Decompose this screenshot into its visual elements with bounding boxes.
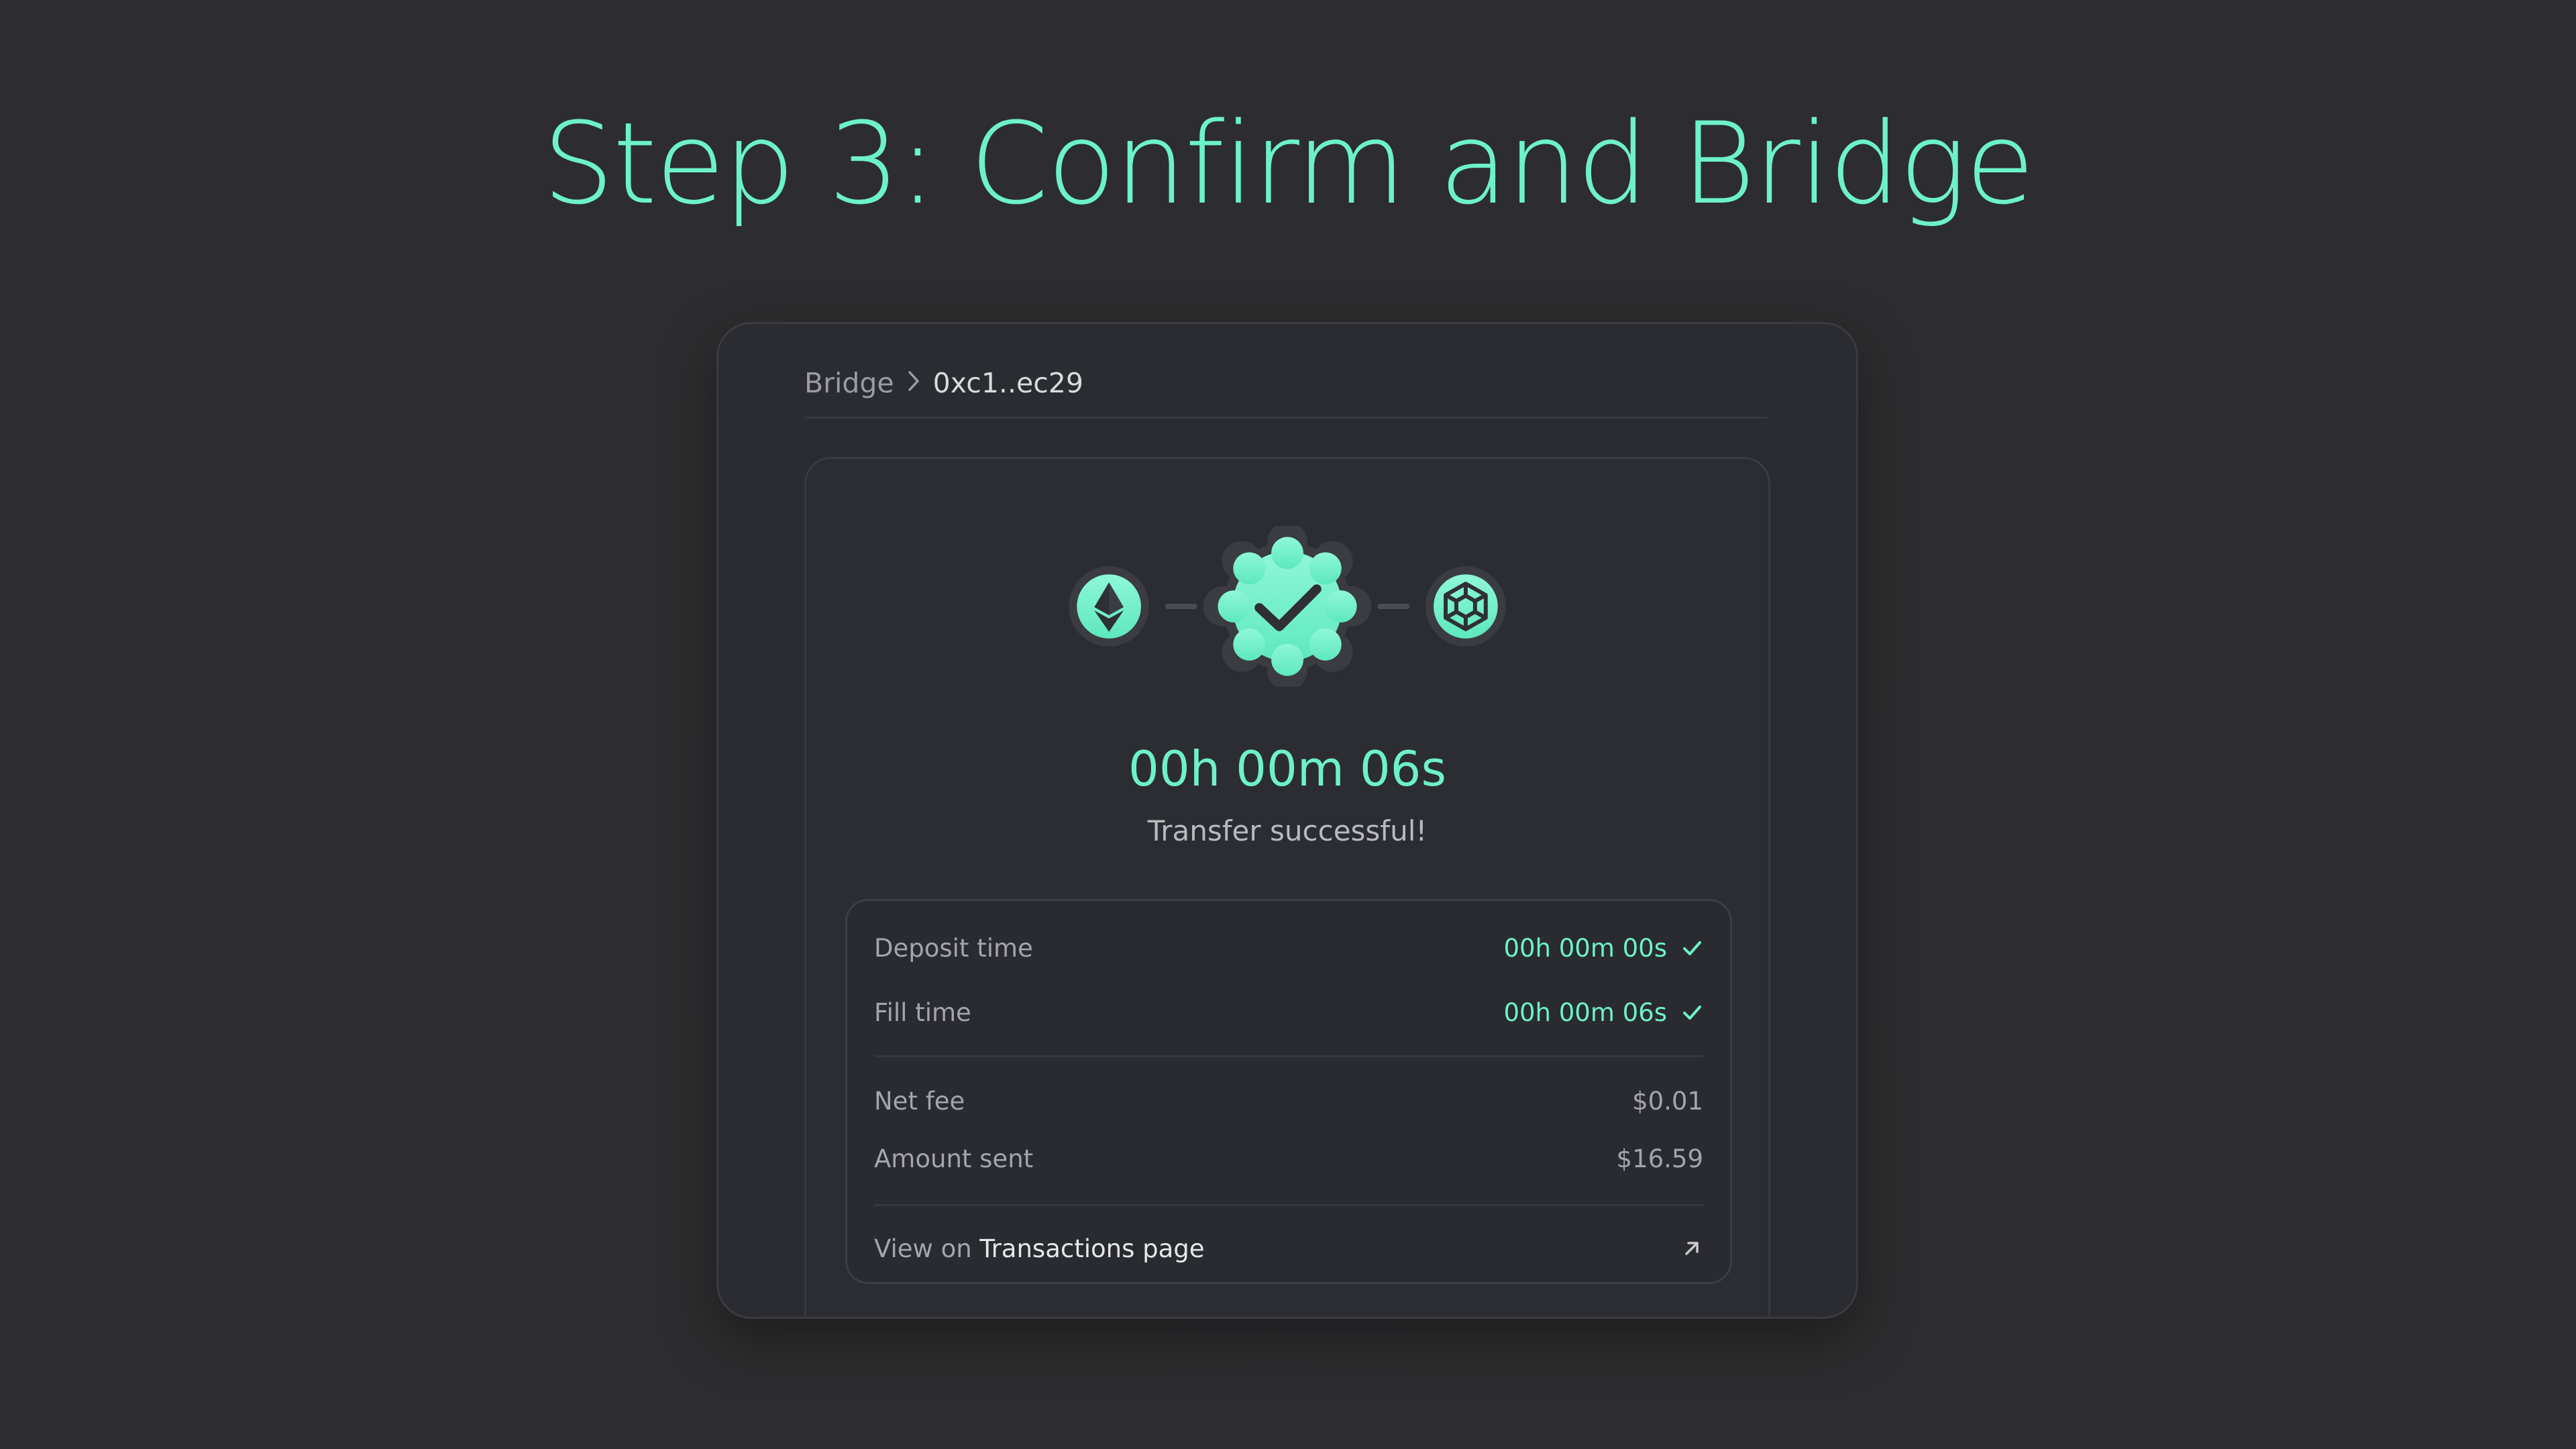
fill-time-row: Fill time 00h 00m 06s (874, 992, 1703, 1032)
check-icon (1683, 941, 1701, 955)
breadcrumb-root-link[interactable]: Bridge (804, 367, 894, 399)
elapsed-timer: 00h 00m 06s (1128, 741, 1446, 797)
transactions-page-link[interactable]: View on Transactions page (874, 1228, 1703, 1269)
chevron-right-icon (894, 367, 933, 399)
status-message: Transfer successful! (1147, 814, 1428, 847)
check-badge-icon (1203, 526, 1372, 687)
link-text-group: View on Transactions page (874, 1234, 1205, 1263)
deposit-time-value-group: 00h 00m 00s (1503, 934, 1703, 963)
link-prefix: View on (874, 1234, 972, 1263)
breadcrumb: Bridge 0xc1..ec29 (804, 356, 1083, 410)
net-fee-row: Net fee $0.01 (874, 1081, 1703, 1121)
breadcrumb-current: 0xc1..ec29 (932, 367, 1083, 399)
amount-sent-value: $16.59 (1616, 1144, 1703, 1173)
slide: Step 3: Confirm and Bridge Bridge 0xc1..… (0, 0, 2576, 1449)
amount-sent-row: Amount sent $16.59 (874, 1138, 1703, 1179)
ethereum-icon (1069, 566, 1149, 647)
amount-sent-label: Amount sent (874, 1144, 1034, 1173)
fill-time-label: Fill time (874, 998, 971, 1027)
divider (804, 417, 1768, 419)
details-divider (874, 1204, 1703, 1206)
route-connector-right (1377, 604, 1410, 609)
route-connector-left (1165, 604, 1197, 609)
deposit-time-label: Deposit time (874, 933, 1033, 963)
net-fee-label: Net fee (874, 1086, 965, 1116)
deposit-time-value: 00h 00m 00s (1503, 933, 1667, 963)
external-link-arrow-icon[interactable] (1680, 1237, 1703, 1260)
fill-time-value: 00h 00m 06s (1503, 998, 1667, 1027)
transfer-status-panel: 00h 00m 06s Transfer successful! Deposit… (804, 457, 1770, 1317)
bnb-chain-icon (1426, 566, 1506, 647)
route-graphic (1069, 526, 1506, 687)
bridge-window: Bridge 0xc1..ec29 00h 00m 06s Transfer s… (716, 322, 1858, 1319)
details-divider (874, 1055, 1703, 1057)
page-title: Step 3: Confirm and Bridge (542, 98, 2035, 229)
net-fee-value: $0.01 (1632, 1086, 1703, 1116)
fill-time-value-group: 00h 00m 06s (1503, 998, 1703, 1027)
transactions-page-link-text[interactable]: Transactions page (979, 1234, 1204, 1263)
transfer-details-card: Deposit time 00h 00m 00s Fill time 00h 0… (845, 899, 1732, 1284)
deposit-time-row: Deposit time 00h 00m 00s (874, 928, 1703, 968)
check-icon (1683, 1006, 1701, 1020)
